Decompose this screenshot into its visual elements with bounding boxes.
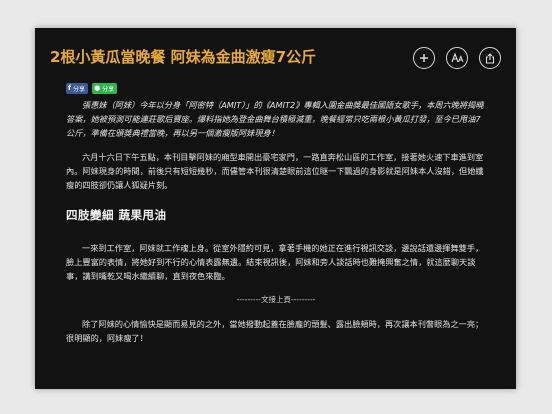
line-share-label: 分享 <box>102 86 115 93</box>
article-paragraph: 六月十六日下午五點，本刊目擊阿妹的廂型車開出豪宅家門，一路直奔松山區的工作室，接… <box>66 152 484 190</box>
plus-icon <box>420 54 428 62</box>
continued-divider: ---------文接上頁--------- <box>236 295 316 304</box>
facebook-share-button[interactable]: f 分享 <box>66 83 89 94</box>
article-title: 2根小黃瓜當晚餐 阿妹為金曲激瘦7公斤 <box>50 48 317 66</box>
article-paragraph: 除了阿妹的心情愉快是顯而易見的之外，當她撥動起蓋在臉龐的頭髮、露出臉頰時，再次讓… <box>66 319 484 343</box>
article-lead-paragraph: 張惠妹（阿妹）今年以分身「阿密特（AMIT）」的《AMIT2》專輯入圍金曲獎最佳… <box>66 100 484 138</box>
line-share-button[interactable]: ● 分享 <box>92 83 118 94</box>
share-button[interactable] <box>479 47 501 69</box>
article-body: 張惠妹（阿妹）今年以分身「阿密特（AMIT）」的《AMIT2》專輯入圍金曲獎最佳… <box>66 98 486 355</box>
share-icon <box>485 52 495 64</box>
line-icon: ● <box>94 84 101 92</box>
article-toolbar <box>413 47 501 69</box>
facebook-icon: f <box>68 84 72 92</box>
social-share-row: f 分享 ● 分享 <box>66 83 118 94</box>
font-size-icon <box>450 53 463 63</box>
facebook-share-label: 分享 <box>73 86 86 93</box>
font-size-button[interactable] <box>446 47 468 69</box>
article-reader-panel: 2根小黃瓜當晚餐 阿妹為金曲激瘦7公斤 f 分享 ● 分享 張惠妹（阿妹）今年以… <box>35 28 516 389</box>
article-paragraph: 一來到工作室，阿妹就工作魂上身。從室外隱約可見，拿著手機的她正在進行視訊交談，邊… <box>66 243 484 281</box>
add-button[interactable] <box>413 47 435 69</box>
article-subheading: 四肢變細 蔬果甩油 <box>66 208 167 222</box>
